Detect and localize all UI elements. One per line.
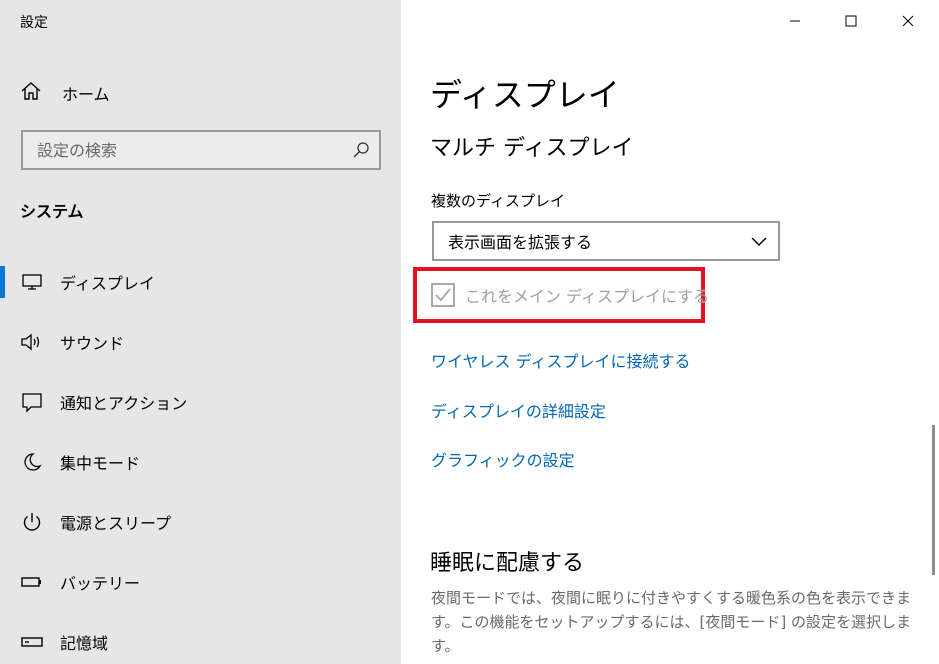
checkbox[interactable] bbox=[431, 283, 455, 307]
home-icon bbox=[20, 80, 42, 106]
window-title: 設定 bbox=[20, 15, 48, 31]
minimize-icon bbox=[789, 12, 801, 31]
link-advanced-display[interactable]: ディスプレイの詳細設定 bbox=[431, 398, 606, 422]
speaker-icon bbox=[20, 330, 44, 354]
sidebar-item-storage[interactable]: 記憶域 bbox=[0, 620, 401, 664]
sidebar-item-display[interactable]: ディスプレイ bbox=[0, 260, 401, 304]
moon-icon bbox=[20, 450, 44, 474]
monitor-icon bbox=[20, 270, 44, 294]
sidebar-item-label: 通知とアクション bbox=[60, 394, 188, 413]
sidebar-item-label: 集中モード bbox=[60, 454, 141, 473]
minimize-button[interactable] bbox=[775, 6, 815, 36]
battery-icon bbox=[20, 570, 44, 594]
search-input[interactable] bbox=[23, 140, 343, 160]
sidebar-item-label: ディスプレイ bbox=[60, 274, 155, 293]
dropdown-value: 表示画面を拡張する bbox=[448, 233, 593, 252]
main-display-checkbox[interactable]: これをメイン ディスプレイにする bbox=[431, 283, 709, 307]
home-nav[interactable]: ホーム bbox=[20, 80, 110, 106]
page-title: ディスプレイ bbox=[430, 76, 620, 114]
checkbox-label: これをメイン ディスプレイにする bbox=[465, 287, 710, 306]
chevron-down-icon bbox=[750, 232, 768, 254]
home-label: ホーム bbox=[62, 85, 110, 104]
sidebar-item-sound[interactable]: サウンド bbox=[0, 320, 401, 364]
section-title: システム bbox=[20, 202, 84, 221]
close-icon bbox=[902, 12, 914, 31]
multiple-displays-label: 複数のディスプレイ bbox=[431, 192, 565, 210]
sidebar-item-focus[interactable]: 集中モード bbox=[0, 440, 401, 484]
maximize-icon bbox=[845, 12, 857, 31]
main-panel: ディスプレイ マルチ ディスプレイ 複数のディスプレイ 表示画面を拡張する これ… bbox=[401, 0, 939, 664]
sidebar-item-label: バッテリー bbox=[60, 574, 141, 593]
sidebar-item-label: 記憶域 bbox=[60, 634, 109, 653]
search-box[interactable] bbox=[21, 130, 381, 170]
storage-icon bbox=[20, 630, 44, 654]
sidebar-item-notifications[interactable]: 通知とアクション bbox=[0, 380, 401, 424]
multi-display-heading: マルチ ディスプレイ bbox=[430, 136, 634, 161]
scrollbar-thumb[interactable] bbox=[932, 425, 935, 575]
power-icon bbox=[20, 510, 44, 534]
sleep-description: 夜間モードでは、夜間に眠りに付きやすくする暖色系の色を表示できます。この機能をセ… bbox=[431, 589, 912, 655]
sidebar-item-power[interactable]: 電源とスリープ bbox=[0, 500, 401, 544]
link-graphics-settings[interactable]: グラフィックの設定 bbox=[431, 447, 575, 471]
sidebar-item-battery[interactable]: バッテリー bbox=[0, 560, 401, 604]
multiple-displays-dropdown[interactable]: 表示画面を拡張する bbox=[432, 221, 780, 261]
sidebar: 設定 ホーム システム ディスプレイ サウンド 通知とアクション bbox=[0, 0, 401, 664]
link-wireless-display[interactable]: ワイヤレス ディスプレイに接続する bbox=[431, 348, 691, 372]
sleep-heading: 睡眠に配慮する bbox=[430, 551, 585, 576]
maximize-button[interactable] bbox=[831, 6, 871, 36]
notification-icon bbox=[20, 390, 44, 414]
sidebar-item-label: サウンド bbox=[60, 334, 125, 353]
search-icon[interactable] bbox=[343, 141, 379, 159]
sidebar-item-label: 電源とスリープ bbox=[60, 514, 172, 533]
close-button[interactable] bbox=[888, 6, 928, 36]
